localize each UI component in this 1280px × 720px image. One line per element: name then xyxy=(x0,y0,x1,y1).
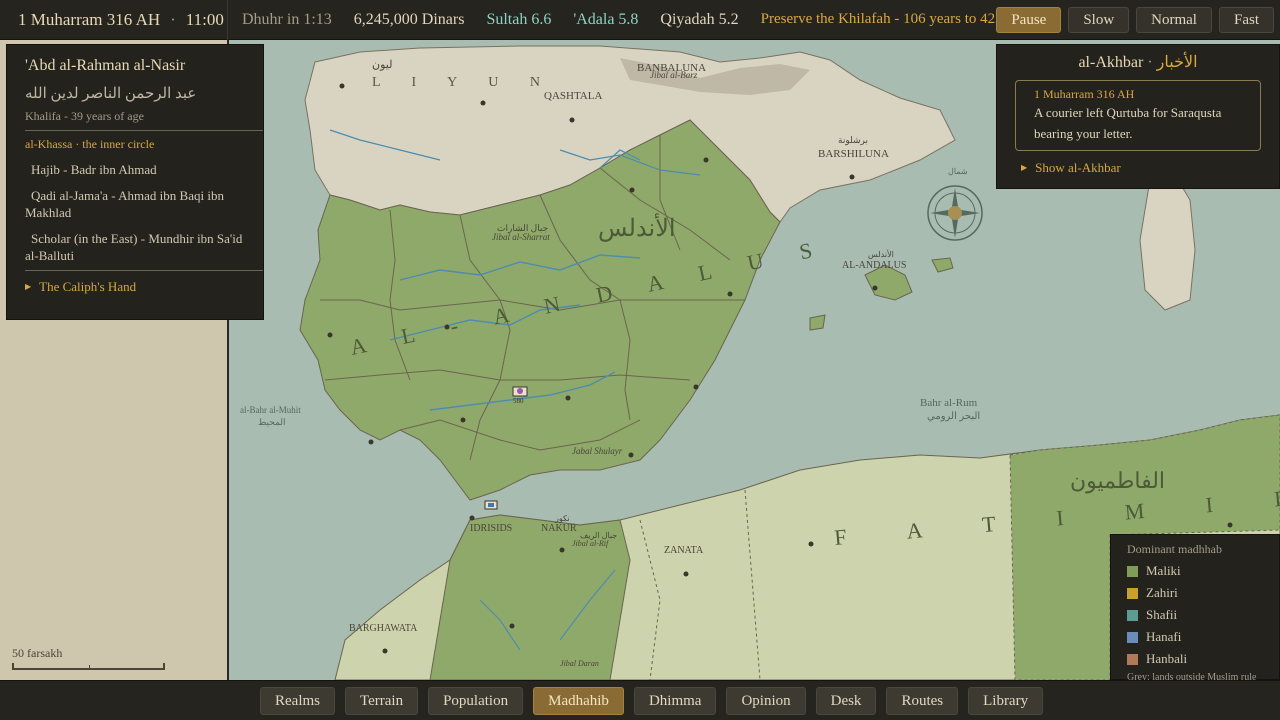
tab-realms[interactable]: Realms xyxy=(260,687,335,715)
label-liyun: L I Y U N xyxy=(372,75,554,90)
date-time: 1 Muharram 316 AH · 11:00 xyxy=(0,0,228,40)
inner-circle-member[interactable]: Qadi al-Jama'a - Ahmad ibn Baqi ibn Makh… xyxy=(25,187,247,221)
svg-text:برشلونة: برشلونة xyxy=(838,135,868,146)
map-scale: 50 farsakh xyxy=(12,646,167,670)
legend-item-shafii: Shafii xyxy=(1127,607,1279,623)
scale-label: 50 farsakh xyxy=(12,646,63,660)
svg-text:الأندلس: الأندلس xyxy=(868,249,894,259)
label-zanata: ZANATA xyxy=(664,545,704,556)
svg-text:580: 580 xyxy=(513,397,524,405)
tab-dhimma[interactable]: Dhimma xyxy=(633,687,717,715)
current-date: 1 Muharram 316 AH xyxy=(18,9,161,29)
label-idrisids: IDRISIDS xyxy=(470,523,512,534)
legend-item-zahiri: Zahiri xyxy=(1127,585,1279,601)
scale-bar xyxy=(12,663,165,670)
news-entry[interactable]: 1 Muharram 316 AH A courier left Qurtuba… xyxy=(1015,80,1261,151)
label-qashtala: QASHTALA xyxy=(544,90,602,102)
triangle-right-icon: ▶ xyxy=(1021,163,1028,172)
svg-text:البحر الرومي: البحر الرومي xyxy=(927,411,980,422)
ruler-arabic-name: عبد الرحمن الناصر لدين الله xyxy=(25,86,197,102)
tab-terrain[interactable]: Terrain xyxy=(345,687,419,715)
tab-opinion[interactable]: Opinion xyxy=(726,687,806,715)
svg-text:المحيط: المحيط xyxy=(258,417,286,427)
legend-item-maliki: Maliki xyxy=(1127,563,1279,579)
svg-text:Jibal al-Rif: Jibal al-Rif xyxy=(572,539,610,548)
svg-text:شمال: شمال xyxy=(948,167,968,176)
label-andalus-ar: الأندلس xyxy=(598,212,676,242)
ruler-subtitle: Khalifa - 39 years of age xyxy=(25,109,144,123)
pause-button[interactable]: Pause xyxy=(996,7,1062,33)
tab-library[interactable]: Library xyxy=(968,687,1044,715)
svg-text:ليون: ليون xyxy=(372,59,392,71)
current-time: 11:00 xyxy=(185,9,224,29)
stat-adala: 'Adala 5.8 xyxy=(573,10,639,28)
normal-button[interactable]: Normal xyxy=(1136,7,1212,33)
speed-controls: Pause Slow Normal Fast xyxy=(996,7,1274,33)
akhbar-title: al-Akhbar · الأخبار xyxy=(1078,54,1198,71)
svg-text:نكور: نكور xyxy=(554,514,570,523)
ruler-panel: 'Abd al-Rahman al-Nasir عبد الرحمن الناص… xyxy=(6,44,264,320)
news-text: A courier left Qurtuba for Saraqusta bea… xyxy=(1034,105,1222,141)
svg-text:Jibal al-Barz: Jibal al-Barz xyxy=(650,70,698,80)
legend-title: Dominant madhhab xyxy=(1127,542,1222,556)
tab-routes[interactable]: Routes xyxy=(886,687,959,715)
label-barghawata: BARGHAWATA xyxy=(349,623,418,634)
inner-circle-member[interactable]: Hajib - Badr ibn Ahmad xyxy=(25,161,247,178)
tab-population[interactable]: Population xyxy=(428,687,524,715)
svg-text:Jabal Shulayr: Jabal Shulayr xyxy=(572,446,623,456)
akhbar-panel: al-Akhbar · الأخبار 1 Muharram 316 AH A … xyxy=(996,44,1280,189)
compass-rose-icon xyxy=(927,185,983,241)
madhhab-legend: Dominant madhhab Maliki Zahiri Shafii Ha… xyxy=(1110,534,1280,683)
svg-text:Jibal Daran: Jibal Daran xyxy=(560,659,599,668)
inner-circle-heading: al-Khassa · the inner circle xyxy=(25,137,155,151)
label-nakur: NAKUR xyxy=(541,523,577,534)
bottom-tab-bar: Realms Terrain Population Madhahib Dhimm… xyxy=(0,680,1280,720)
inner-circle-member[interactable]: Scholar (in the East) - Mundhir ibn Sa'i… xyxy=(25,230,247,264)
svg-text:al-Bahr al-Muhit: al-Bahr al-Muhit xyxy=(240,405,301,415)
stat-sultah: Sultah 6.6 xyxy=(486,10,552,28)
divider xyxy=(25,270,263,271)
show-akhbar-link[interactable]: ▶ Show al-Akhbar xyxy=(1021,160,1279,176)
stat-qiyadah: Qiyadah 5.2 xyxy=(660,10,739,28)
caliphs-hand-link[interactable]: ▶ The Caliph's Hand xyxy=(25,279,247,295)
prayer-countdown: Dhuhr in 1:13 xyxy=(242,10,332,28)
triangle-right-icon: ▶ xyxy=(25,282,32,291)
svg-text:Jibal al-Sharrat: Jibal al-Sharrat xyxy=(492,232,550,242)
legend-item-hanafi: Hanafi xyxy=(1127,629,1279,645)
legend-item-hanbali: Hanbali xyxy=(1127,651,1279,667)
svg-text:AL-ANDALUS: AL-ANDALUS xyxy=(842,260,906,271)
ruler-name: 'Abd al-Rahman al-Nasir xyxy=(25,57,186,74)
tab-madhahib[interactable]: Madhahib xyxy=(533,687,624,715)
label-bahr-rum: Bahr al-Rum xyxy=(920,397,978,409)
objective-text: Preserve the Khilafah - 106 years to 422… xyxy=(760,11,1028,27)
tab-desk[interactable]: Desk xyxy=(815,687,877,715)
label-fatimids-ar: الفاطميون xyxy=(1070,468,1165,494)
label-barshiluna: BARSHILUNA xyxy=(818,148,889,160)
treasury-dinars: 6,245,000 Dinars xyxy=(353,10,465,28)
fast-button[interactable]: Fast xyxy=(1218,7,1274,33)
divider xyxy=(25,130,263,131)
news-date: 1 Muharram 316 AH xyxy=(1034,87,1135,101)
slow-button[interactable]: Slow xyxy=(1068,7,1130,33)
